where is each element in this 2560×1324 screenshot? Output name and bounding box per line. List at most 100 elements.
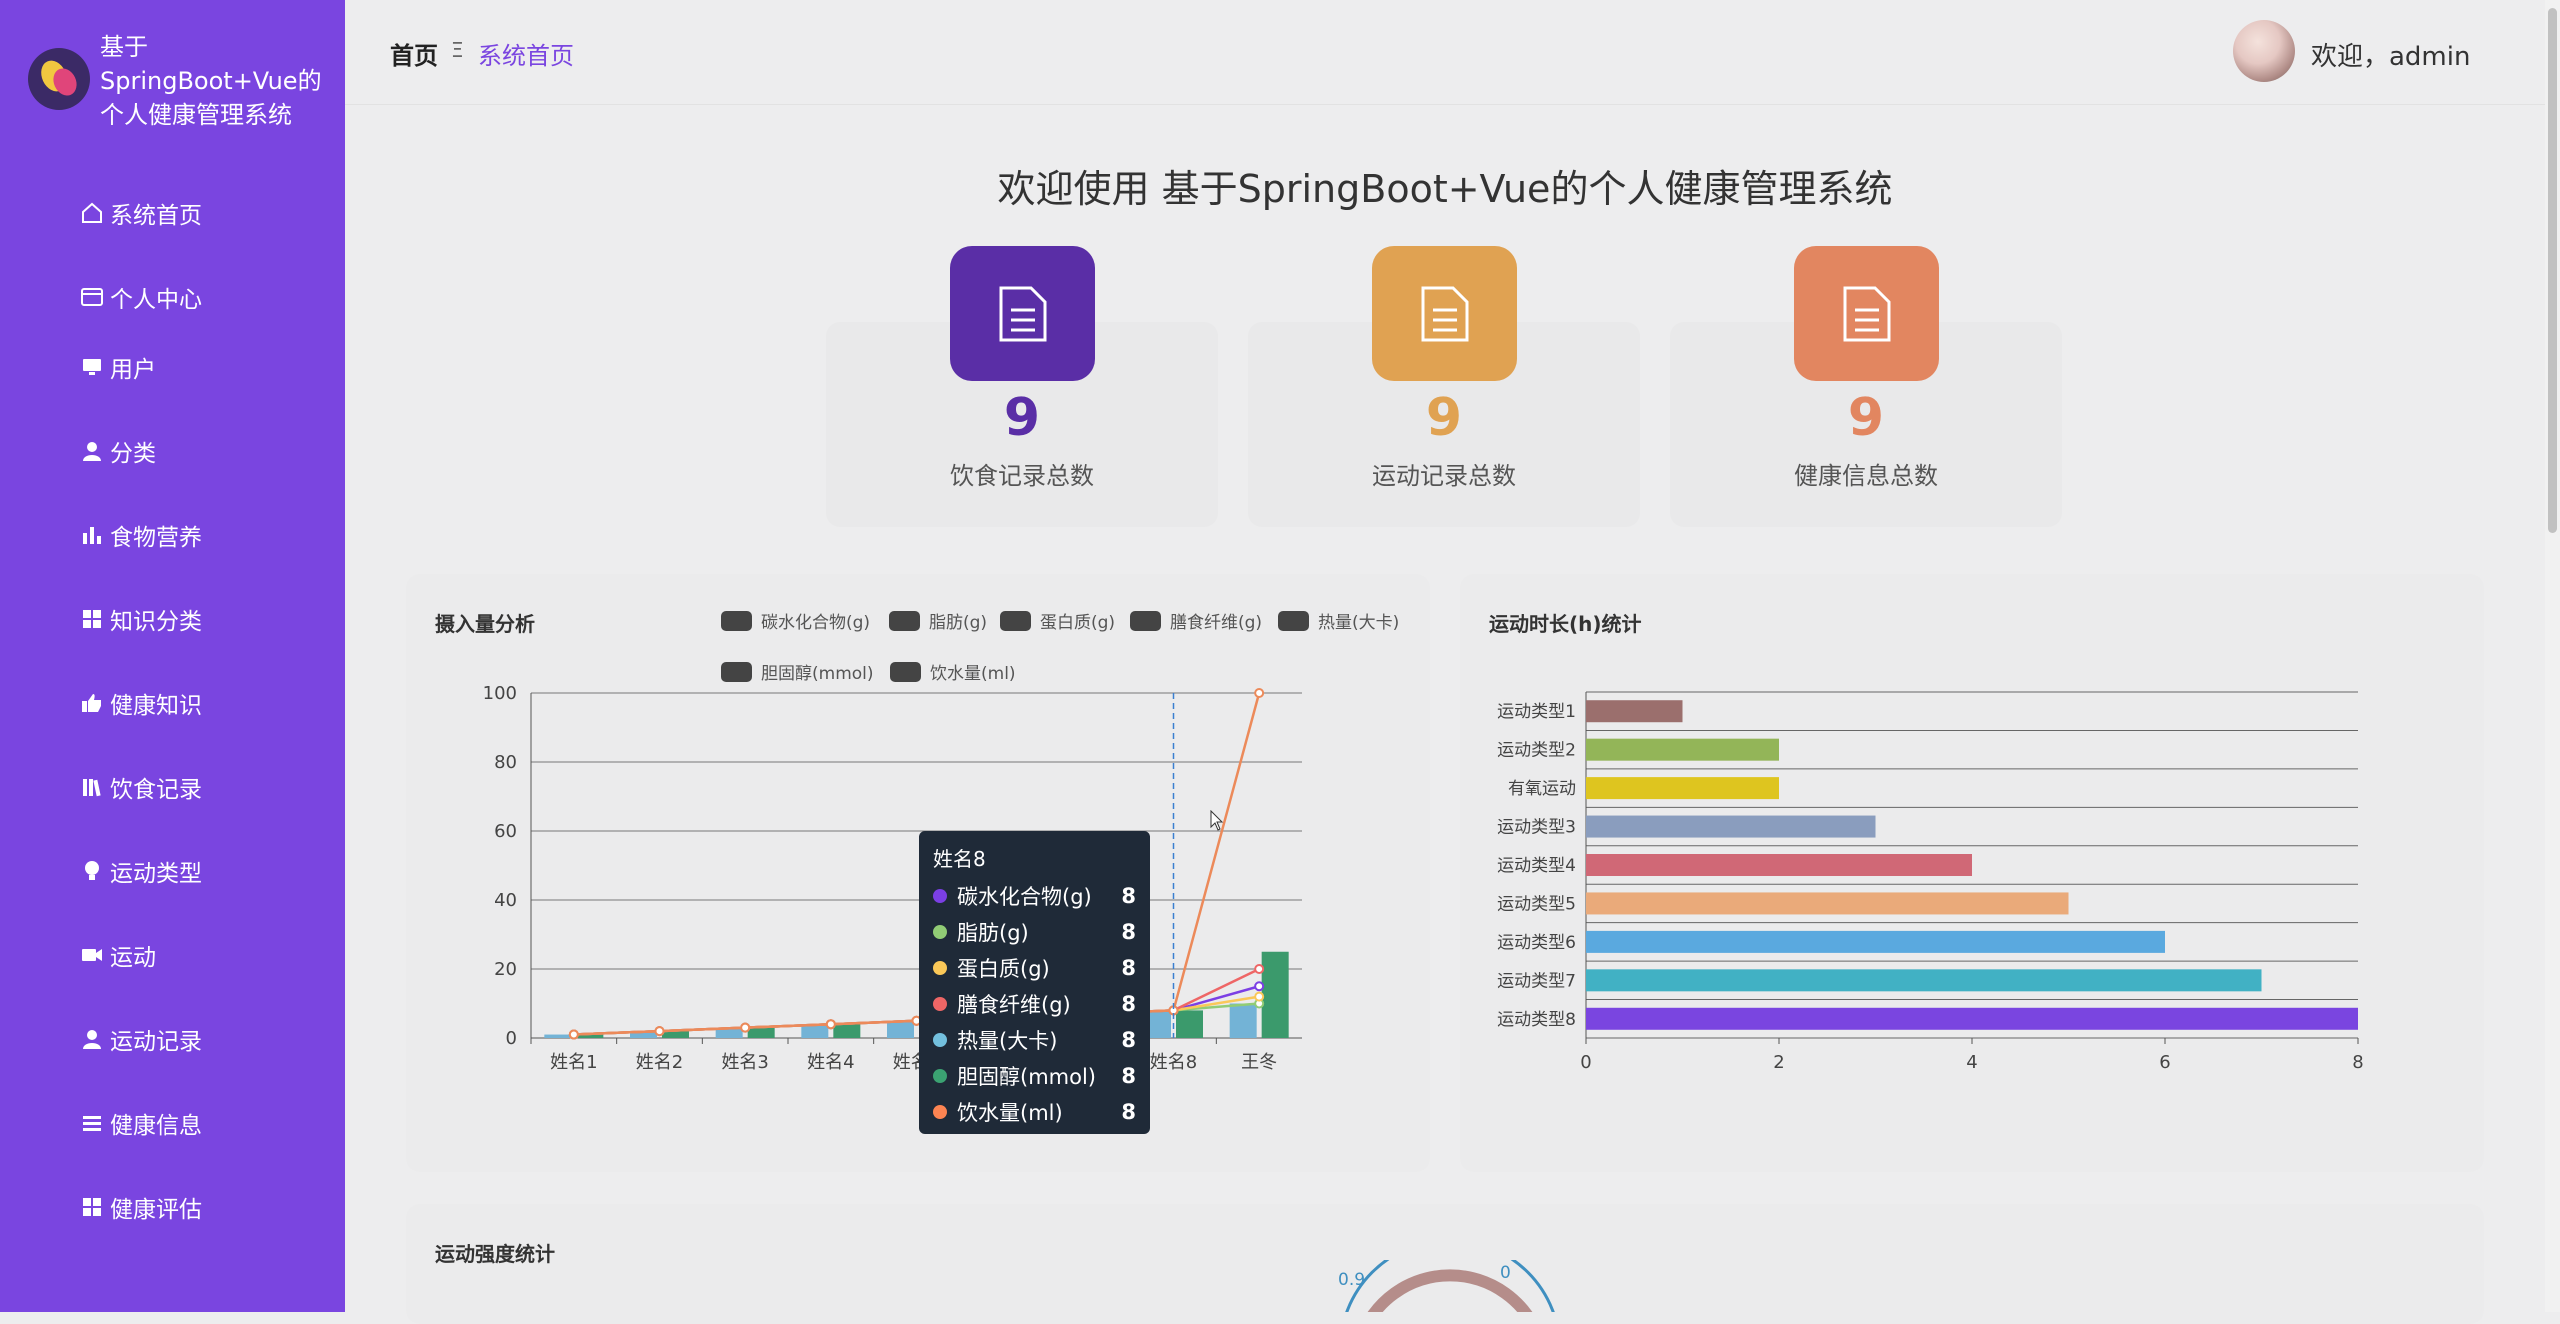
tooltip-series-name: 脂肪(g) bbox=[957, 921, 1029, 945]
y-tick-label: 运动类型4 bbox=[1497, 856, 1576, 876]
legend-label: 碳水化合物(g) bbox=[761, 613, 871, 633]
bar bbox=[662, 1031, 689, 1038]
legend-label: 脂肪(g) bbox=[929, 613, 988, 633]
bar bbox=[1586, 930, 2165, 953]
breadcrumb-current: 系统首页 bbox=[478, 42, 574, 70]
y-tick-label: 100 bbox=[483, 683, 517, 704]
intake-chart[interactable]: 020406080100姓名1姓名2姓名3姓名4姓名5姓名6姓名7姓名8王冬 bbox=[406, 660, 1430, 1080]
intensity-gauge: 0.9 0 bbox=[1338, 1260, 1555, 1312]
app-title: 基于SpringBoot+Vue的个人健康管理系统 bbox=[100, 33, 322, 129]
legend-swatch bbox=[1130, 610, 1161, 631]
x-tick-label: 姓名3 bbox=[721, 1052, 768, 1073]
legend-swatch bbox=[721, 610, 752, 631]
sidebar-item-health-assessment[interactable]: 健康评估 bbox=[80, 1190, 202, 1224]
bar bbox=[1586, 777, 1779, 800]
y-tick-label: 有氧运动 bbox=[1508, 779, 1576, 799]
tooltip-row: 饮水量(ml) 8 bbox=[933, 1094, 1136, 1130]
bar bbox=[1176, 1010, 1203, 1038]
intensity-panel-title: 运动强度统计 bbox=[435, 1242, 555, 1266]
data-point bbox=[1254, 964, 1265, 974]
stat-label-exercise: 运动记录总数 bbox=[1372, 462, 1516, 490]
list-icon bbox=[83, 1116, 101, 1131]
sidebar-item-profile[interactable]: 个人中心 bbox=[80, 280, 202, 314]
tooltip-row: 碳水化合物(g) 8 bbox=[933, 878, 1136, 914]
x-tick-label: 姓名2 bbox=[636, 1052, 683, 1073]
y-tick-label: 运动类型2 bbox=[1497, 741, 1576, 761]
bar bbox=[1261, 951, 1289, 1038]
legend-item[interactable]: 脂肪(g) bbox=[889, 608, 987, 633]
tooltip-series-value: 8 bbox=[1121, 920, 1136, 944]
app-brand: 基于SpringBoot+Vue的个人健康管理系统 bbox=[28, 30, 330, 132]
bar bbox=[1586, 969, 2262, 992]
sidebar-item-exercise[interactable]: 运动 bbox=[80, 938, 156, 972]
tooltip-row: 膳食纤维(g) 8 bbox=[933, 986, 1136, 1022]
sidebar-item-category[interactable]: 分类 bbox=[80, 434, 156, 468]
y-tick-label: 0 bbox=[506, 1028, 517, 1049]
tooltip-dot bbox=[933, 1105, 947, 1119]
sidebar-item-label: 运动记录 bbox=[110, 1029, 202, 1055]
tooltip-series-value: 8 bbox=[1121, 1100, 1136, 1124]
bar bbox=[1586, 892, 2069, 915]
gauge-label: 0.9 bbox=[1338, 1270, 1365, 1290]
x-tick-label: 姓名4 bbox=[807, 1052, 854, 1073]
data-point bbox=[740, 1022, 751, 1033]
sidebar-item-knowledge-category[interactable]: 知识分类 bbox=[80, 602, 202, 636]
sidebar-item-label: 食物营养 bbox=[110, 525, 202, 551]
legend-item[interactable]: 热量(大卡) bbox=[1278, 608, 1399, 633]
bar-chart-icon bbox=[83, 527, 101, 544]
sidebar-item-health-info[interactable]: 健康信息 bbox=[80, 1106, 202, 1140]
bar bbox=[1586, 738, 1779, 761]
sidebar-item-label: 用户 bbox=[110, 357, 156, 383]
breadcrumb-home[interactable]: 首页 bbox=[390, 36, 438, 71]
lightbulb-icon bbox=[85, 861, 99, 880]
gauge-arc bbox=[1345, 1260, 1555, 1312]
app-logo bbox=[28, 48, 90, 110]
bar bbox=[1586, 854, 1972, 876]
scrollbar-thumb[interactable] bbox=[2548, 8, 2557, 533]
tooltip-dot bbox=[933, 997, 947, 1011]
data-point bbox=[568, 1029, 579, 1040]
document-icon bbox=[999, 286, 1046, 341]
bar bbox=[544, 1034, 572, 1038]
stat-value-health: 9 bbox=[1847, 388, 1885, 448]
mouse-cursor-icon bbox=[1210, 810, 1224, 831]
sidebar-item-home[interactable]: 系统首页 bbox=[80, 196, 202, 230]
stat-label-diet: 饮食记录总数 bbox=[950, 462, 1094, 490]
legend-item[interactable]: 碳水化合物(g) bbox=[721, 608, 870, 633]
sidebar-item-users[interactable]: 用户 bbox=[80, 350, 156, 384]
tooltip-dot bbox=[933, 1069, 947, 1083]
books-icon bbox=[83, 779, 101, 797]
stat-icon-box-exercise bbox=[1372, 246, 1517, 381]
stat-icon-box-health bbox=[1794, 246, 1939, 381]
sidebar-item-exercise-record[interactable]: 运动记录 bbox=[80, 1022, 202, 1056]
stat-icon-box-diet bbox=[950, 246, 1095, 381]
tooltip-dot bbox=[933, 889, 947, 903]
sidebar-item-health-knowledge[interactable]: 健康知识 bbox=[80, 686, 202, 720]
bar bbox=[1586, 1007, 2358, 1030]
y-tick-label: 运动类型3 bbox=[1497, 818, 1576, 838]
y-tick-label: 运动类型8 bbox=[1497, 1010, 1576, 1030]
monitor-icon bbox=[83, 359, 101, 375]
y-tick-label: 运动类型5 bbox=[1497, 894, 1576, 914]
legend-item[interactable]: 膳食纤维(g) bbox=[1130, 608, 1262, 633]
sidebar-item-label: 健康信息 bbox=[110, 1113, 202, 1139]
y-tick-label: 20 bbox=[494, 959, 517, 980]
data-point bbox=[1254, 981, 1265, 992]
y-tick-label: 80 bbox=[494, 752, 517, 773]
sidebar-item-exercise-type[interactable]: 运动类型 bbox=[80, 854, 202, 888]
legend-label: 膳食纤维(g) bbox=[1170, 613, 1263, 633]
tooltip-row: 脂肪(g) 8 bbox=[933, 914, 1136, 950]
sidebar-item-diet-record[interactable]: 饮食记录 bbox=[80, 770, 202, 804]
avatar[interactable] bbox=[2233, 20, 2295, 82]
sidebar-item-label: 运动类型 bbox=[110, 861, 202, 887]
sidebar-item-food-nutrition[interactable]: 食物营养 bbox=[80, 518, 202, 552]
tooltip-series-value: 8 bbox=[1121, 956, 1136, 980]
bar bbox=[1586, 700, 1683, 723]
legend-item[interactable]: 蛋白质(g) bbox=[1000, 608, 1115, 633]
tooltip-series-name: 胆固醇(mmol) bbox=[957, 1065, 1096, 1089]
duration-chart[interactable]: 0 2 4 6 8 运动类型1 运动类型2 有氧运动运动类型3 运动类型4 运动类型5 运动类型6 运… bbox=[1460, 660, 2484, 1080]
legend-swatch bbox=[1278, 610, 1309, 631]
data-point bbox=[825, 1019, 836, 1030]
sidebar-item-label: 健康评估 bbox=[110, 1197, 202, 1223]
welcome-user[interactable]: 欢迎，admin bbox=[2311, 36, 2470, 73]
